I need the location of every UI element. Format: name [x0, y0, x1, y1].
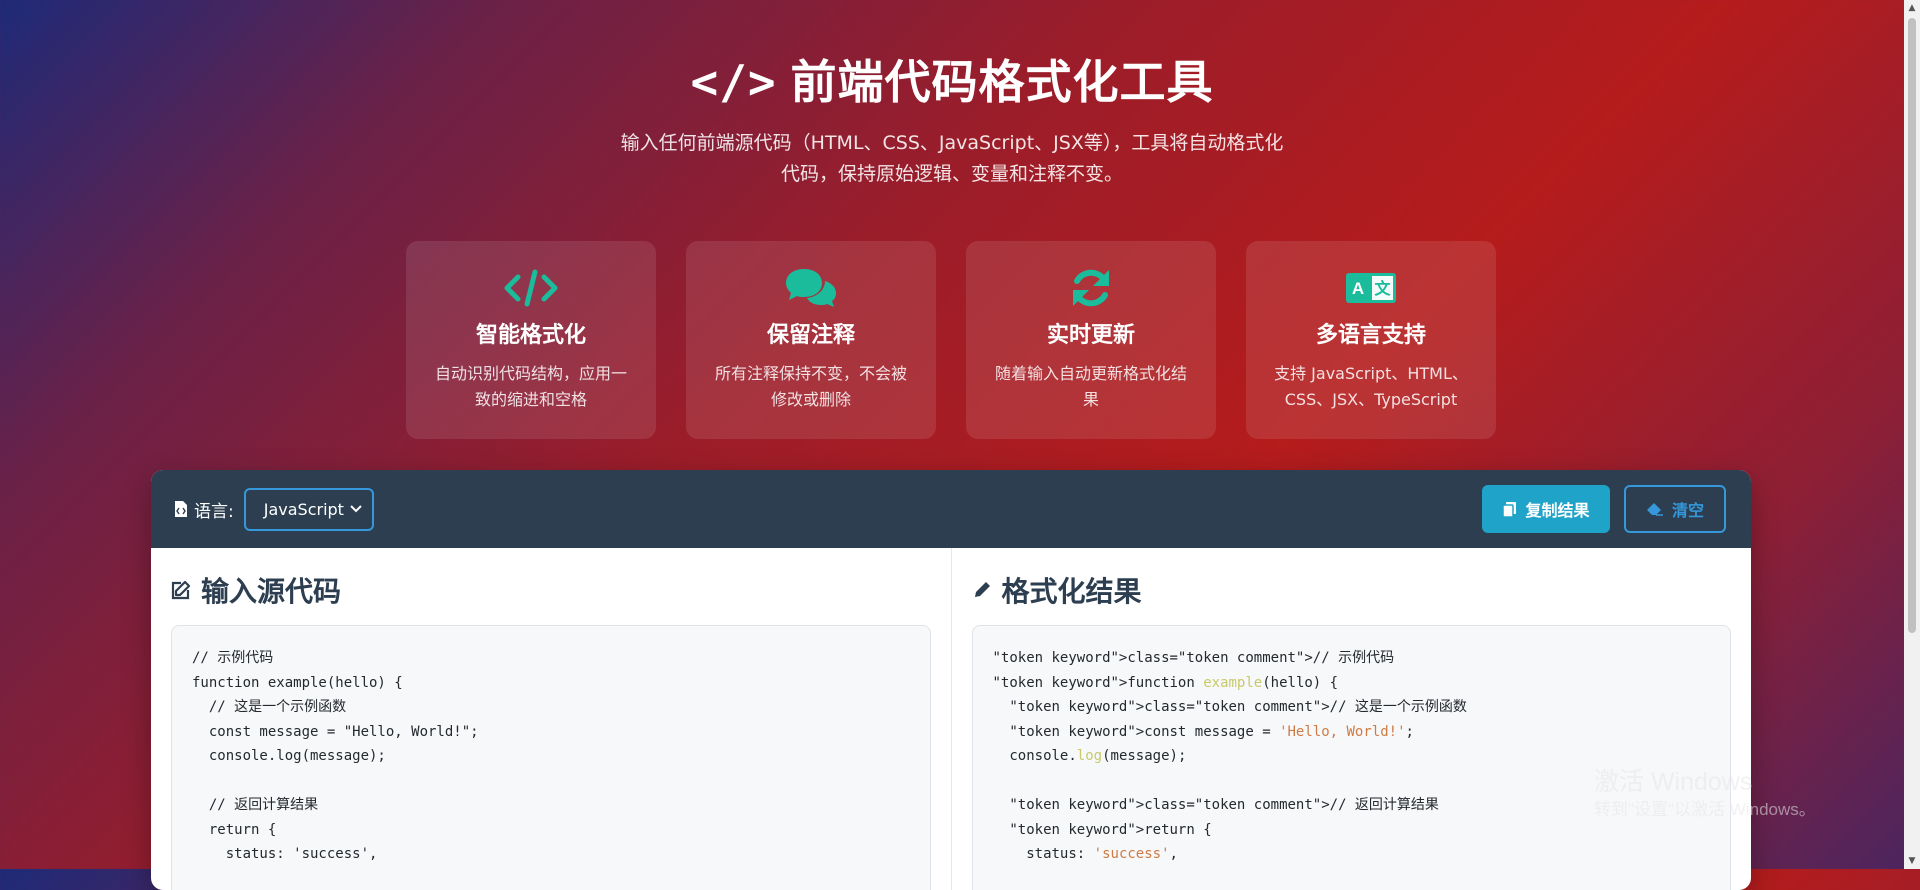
code-token: "token keyword">return { — [992, 821, 1212, 838]
header: </> 前端代码格式化工具 输入任何前端源代码（HTML、CSS、JavaScri… — [0, 50, 1904, 190]
code-line: return { — [192, 821, 277, 838]
code-token: status: — [992, 846, 1094, 862]
clear-label: 清空 — [1672, 501, 1705, 520]
feature-desc: 所有注释保持不变，不会被修改或删除 — [714, 364, 907, 409]
feature-card-realtime: 实时更新 随着输入自动更新格式化结果 — [966, 241, 1216, 439]
code-token: "token keyword">class="token comment">//… — [992, 650, 1395, 666]
code-token: log — [1076, 748, 1103, 764]
feature-title: 实时更新 — [1046, 323, 1135, 348]
code-token: "token keyword">class="token comment">//… — [992, 699, 1467, 715]
code-token: console. — [992, 748, 1077, 764]
pencil-icon — [974, 582, 990, 597]
scroll-up-arrow[interactable]: ▲ — [1904, 0, 1920, 16]
watermark-subtitle: 转到"设置"以激活 Windows。 — [1594, 800, 1816, 819]
source-code-input[interactable]: // 示例代码 function example(hello) { // 这是一个… — [171, 625, 931, 890]
language-icon: A文 — [1246, 263, 1496, 313]
feature-cards: 智能格式化 自动识别代码结构，应用一致的缩进和空格 保留注释 所有注释保持不变，… — [406, 241, 1496, 439]
page-title: </> 前端代码格式化工具 — [0, 50, 1904, 114]
feature-desc: 自动识别代码结构，应用一致的缩进和空格 — [434, 364, 627, 409]
code-line: "token keyword">class="token comment">//… — [993, 695, 1711, 720]
output-column: 格式化结果 "token keyword">class="token comme… — [950, 548, 1752, 890]
copy-icon — [1502, 501, 1517, 518]
code-token: 'success' — [1093, 846, 1170, 862]
page-subtitle: 输入任何前端源代码（HTML、CSS、JavaScript、JSX等），工具将自… — [620, 132, 1284, 185]
code-line: console.log(message); — [993, 744, 1711, 769]
code-line: // 示例代码 — [192, 650, 274, 666]
windows-activation-watermark: 激活 Windows 转到"设置"以激活 Windows。 — [1594, 766, 1816, 822]
code-token: "token keyword">function — [992, 674, 1204, 691]
page: </> 前端代码格式化工具 输入任何前端源代码（HTML、CSS、JavaScri… — [0, 0, 1904, 890]
feature-card-comments: 保留注释 所有注释保持不变，不会被修改或删除 — [686, 241, 936, 439]
output-title: 格式化结果 — [972, 570, 1732, 610]
code-line: // 这是一个示例函数 — [192, 699, 347, 715]
scroll-down-arrow[interactable]: ▼ — [1904, 853, 1920, 869]
vertical-scrollbar[interactable]: ▲ ▼ — [1904, 0, 1920, 869]
input-column: 输入源代码 // 示例代码 function example(hello) { /… — [151, 548, 951, 890]
copy-result-button[interactable]: 复制结果 — [1482, 485, 1610, 533]
code-token: "token keyword">const message = — [992, 723, 1280, 740]
feature-card-multilang: A文 多语言支持 支持 JavaScript、HTML、CSS、JSX、Type… — [1246, 241, 1496, 439]
formatter-panel: 语言: JavaScript 复制结果 清空 输入源代码 // 示例代码 fun… — [151, 470, 1751, 890]
chevron-down-icon — [350, 505, 362, 513]
formatted-output[interactable]: "token keyword">class="token comment">//… — [971, 625, 1731, 890]
code-icon — [406, 263, 656, 313]
code-line: "token keyword">class="token comment">//… — [993, 646, 1711, 671]
code-icon: </> — [690, 55, 777, 109]
code-token: (hello) { — [1262, 674, 1339, 691]
language-label-text: 语言: — [194, 501, 234, 522]
sync-icon — [966, 263, 1216, 313]
feature-title: 智能格式化 — [475, 323, 586, 348]
feature-title: 多语言支持 — [1315, 323, 1426, 348]
svg-text:文: 文 — [1374, 279, 1391, 298]
code-token: 'Hello, World!' — [1279, 723, 1406, 740]
feature-desc: 随着输入自动更新格式化结果 — [994, 364, 1187, 409]
scroll-thumb[interactable] — [1908, 18, 1916, 633]
input-title: 输入源代码 — [171, 570, 931, 610]
clear-button[interactable]: 清空 — [1624, 485, 1726, 533]
code-line: status: 'success', — [192, 846, 378, 862]
code-line: console.log(message); — [192, 748, 386, 764]
language-select[interactable]: JavaScript — [243, 487, 374, 531]
code-token: , — [1169, 846, 1178, 862]
title-text: 前端代码格式化工具 — [790, 55, 1214, 109]
language-label: 语言: — [174, 497, 234, 522]
watermark-title: 激活 Windows — [1594, 768, 1753, 796]
eraser-icon — [1647, 503, 1663, 516]
code-line: // 返回计算结果 — [192, 797, 319, 813]
svg-text:A: A — [1352, 279, 1364, 298]
language-select-value: JavaScript — [263, 499, 344, 519]
code-line: function example(hello) { — [192, 674, 403, 691]
feature-desc: 支持 JavaScript、HTML、CSS、JSX、TypeScript — [1274, 364, 1468, 409]
code-token: example — [1203, 674, 1263, 691]
copy-result-label: 复制结果 — [1525, 501, 1590, 520]
input-title-text: 输入源代码 — [201, 575, 342, 608]
code-line: status: 'success', — [993, 842, 1711, 867]
file-code-icon — [175, 501, 187, 517]
feature-title: 保留注释 — [766, 323, 855, 348]
code-line: "token keyword">const message = 'Hello, … — [993, 720, 1711, 745]
code-line: const message = "Hello, World!"; — [192, 723, 479, 740]
editors: 输入源代码 // 示例代码 function example(hello) { /… — [151, 548, 1751, 890]
code-token: ; — [1405, 723, 1414, 740]
code-line: "token keyword">function example(hello) … — [993, 671, 1711, 696]
code-token: (message); — [1102, 748, 1187, 764]
comments-icon — [686, 263, 936, 313]
code-token: "token keyword">class="token comment">//… — [992, 797, 1439, 813]
output-title-text: 格式化结果 — [1001, 575, 1142, 608]
edit-icon — [171, 580, 191, 600]
toolbar: 语言: JavaScript 复制结果 清空 — [151, 470, 1751, 548]
feature-card-format: 智能格式化 自动识别代码结构，应用一致的缩进和空格 — [406, 241, 656, 439]
